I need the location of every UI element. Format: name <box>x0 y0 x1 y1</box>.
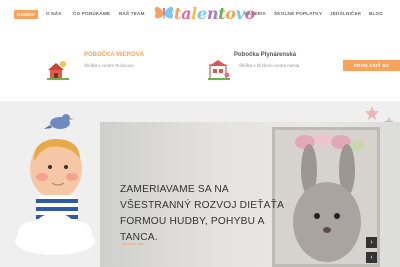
branch-subtitle-mierova: Škôlka v centre Ružinova <box>84 63 134 68</box>
register-button-label: PRIHLÁSIŤ SA <box>353 63 390 68</box>
branch-plynarenska[interactable]: Pobočka Plynárenská Škôlka v blízkosti c… <box>208 50 348 80</box>
branch-mierova[interactable]: POBOČKA MIEROVÁ Škôlka v centre Ružinova <box>47 50 187 80</box>
nav-item-galeria[interactable]: GALÉRIA <box>244 11 266 16</box>
logo-letters: talentovo <box>174 4 255 23</box>
branches-bar: POBOČKA MIEROVÁ Škôlka v centre Ružinova… <box>0 38 400 96</box>
hero-headline: ZAMERIAVAME SA NA VŠESTRANNÝ ROZVOJ DIEŤ… <box>120 184 284 243</box>
branch-subtitle-plynarenska: Škôlka v blízkosti centra mesta <box>239 63 300 68</box>
talentovo-logo[interactable]: talentovo <box>152 2 255 24</box>
branch-title-plynarenska: Pobočka Plynárenská <box>234 52 297 58</box>
logo-letter: a <box>181 4 192 23</box>
nav-item-blog[interactable]: BLOG <box>369 11 383 16</box>
read-more-link[interactable]: prečítať viac <box>122 241 144 246</box>
top-navigation: DOMOV O NÁS ČO PONÚKAME NÁŠ TEAM talento… <box>0 0 400 30</box>
logo-letter: e <box>196 4 207 23</box>
branch-title-mierova: POBOČKA MIEROVÁ <box>84 52 145 58</box>
chevron-right-icon: › <box>370 239 373 246</box>
nav-item-co-ponukame[interactable]: ČO PONÚKAME <box>73 11 110 16</box>
logo-letter: n <box>206 4 219 23</box>
slider-prev-button[interactable]: ‹ <box>366 252 377 263</box>
register-button[interactable]: PRIHLÁSIŤ SA <box>343 60 400 71</box>
child-illustration <box>15 114 95 255</box>
nav-item-domov[interactable]: DOMOV <box>14 10 38 19</box>
chevron-left-icon: ‹ <box>370 254 373 261</box>
star-decoration-icon <box>365 106 379 120</box>
nav-item-o-nas[interactable]: O NÁS <box>46 11 62 16</box>
logo-text: talentovo <box>174 4 255 23</box>
house-sun-icon <box>47 61 69 80</box>
logo-letter: o <box>225 4 236 23</box>
building-flower-icon <box>208 60 230 80</box>
nav-item-skolne-poplatky[interactable]: ŠKOLNÉ POPLATKY <box>274 11 322 16</box>
nav-item-nas-team[interactable]: NÁŠ TEAM <box>119 11 145 16</box>
butterfly-icon <box>154 6 174 19</box>
slider-next-button[interactable]: › <box>366 237 377 248</box>
nav-item-jedalnicek[interactable]: JEDÁLNIČEK <box>330 11 361 16</box>
